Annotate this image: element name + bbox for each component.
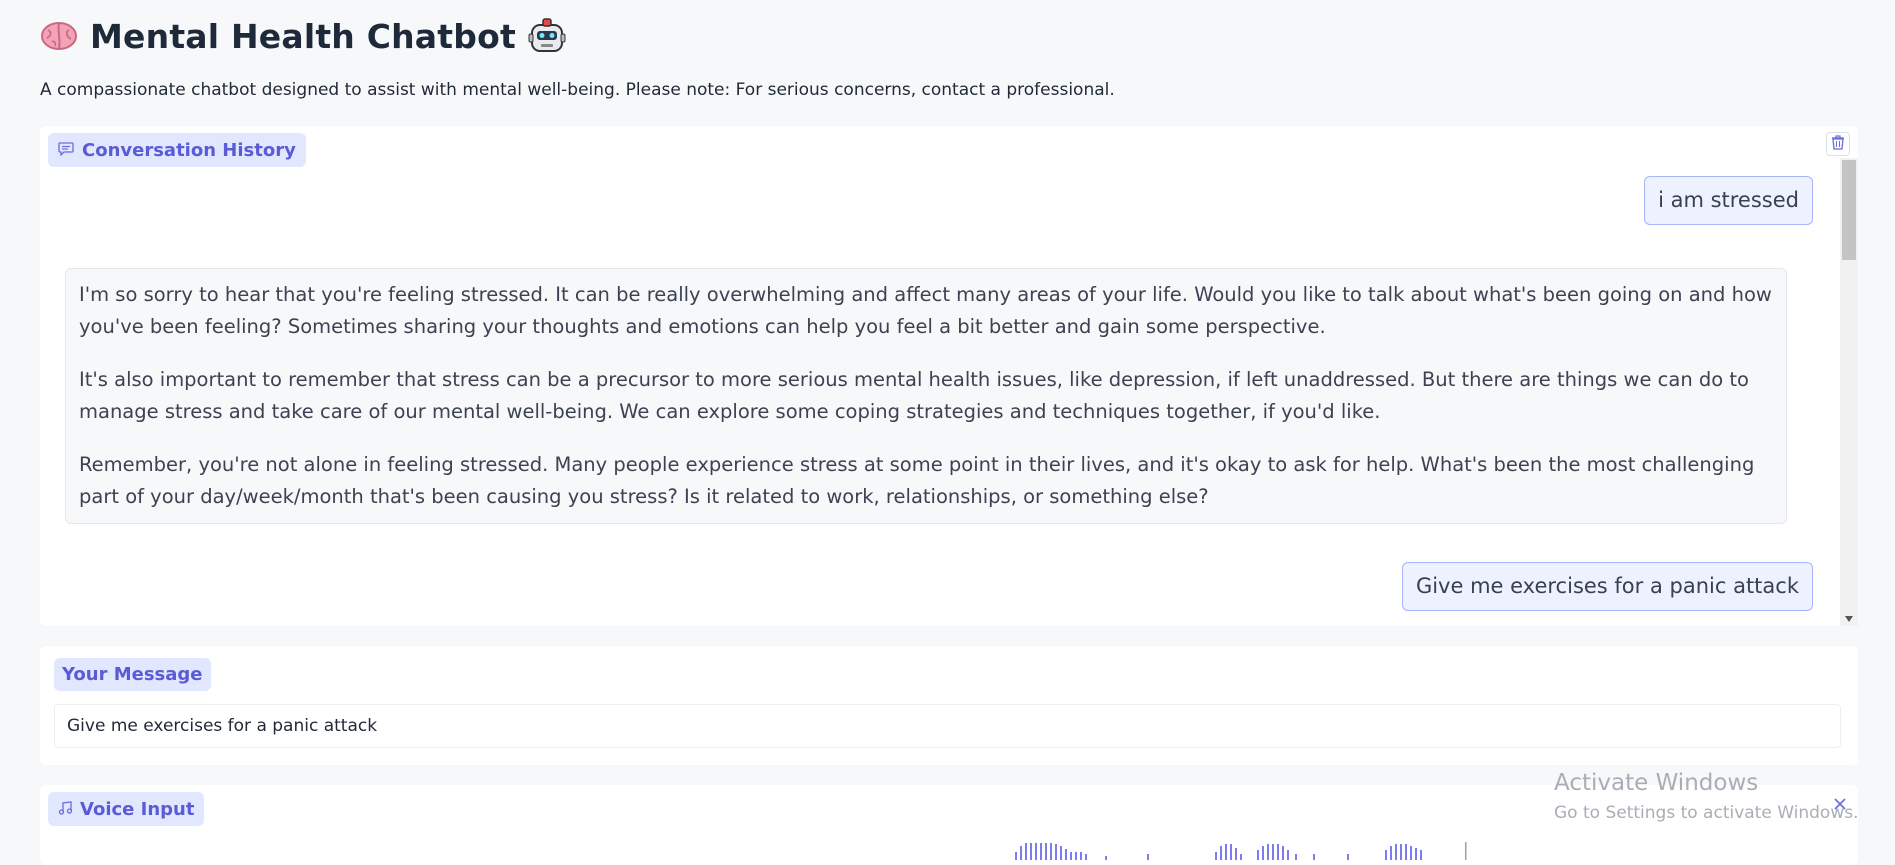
trash-icon — [1831, 134, 1845, 154]
bot-message-paragraph: Remember, you're not alone in feeling st… — [79, 453, 1755, 508]
activate-windows-watermark: Activate Windows — [1554, 770, 1759, 796]
activate-windows-subtitle: Go to Settings to activate Windows. — [1554, 803, 1859, 823]
page-subtitle: A compassionate chatbot designed to assi… — [40, 80, 1115, 100]
bot-message: I'm so sorry to hear that you're feeling… — [65, 268, 1787, 524]
message-panel: Your Message — [40, 646, 1858, 765]
user-message: i am stressed — [1644, 176, 1813, 225]
page-title: Mental Health Chatbot — [90, 16, 516, 56]
brain-emoji-icon — [40, 21, 78, 51]
scroll-down-arrow-icon[interactable] — [1845, 616, 1853, 622]
user-message: Give me exercises for a panic attack — [1401, 562, 1813, 611]
voice-input-label: Voice Input — [48, 792, 205, 826]
audio-waveform[interactable] — [975, 840, 1575, 860]
clear-chat-button[interactable] — [1826, 132, 1850, 156]
voice-input-label-text: Voice Input — [80, 798, 195, 820]
chat-scrollbar[interactable] — [1840, 158, 1858, 626]
bot-message-paragraph: I'm so sorry to hear that you're feeling… — [79, 283, 1772, 338]
conversation-panel: Conversation History i am stressed I'm s… — [40, 126, 1858, 626]
robot-emoji-icon — [528, 17, 566, 55]
message-input[interactable] — [54, 704, 1841, 748]
conversation-label: Conversation History — [48, 133, 306, 167]
page-header: Mental Health Chatbot — [40, 14, 566, 58]
chat-icon — [58, 140, 74, 161]
close-icon[interactable] — [1830, 793, 1850, 815]
voice-input-panel: Voice Input — [40, 785, 1858, 865]
conversation-label-text: Conversation History — [82, 139, 296, 161]
message-label: Your Message — [54, 658, 211, 691]
bot-message-paragraph: It's also important to remember that str… — [79, 368, 1749, 423]
music-note-icon — [58, 799, 73, 820]
scrollbar-thumb[interactable] — [1842, 160, 1856, 260]
message-label-text: Your Message — [62, 664, 203, 685]
